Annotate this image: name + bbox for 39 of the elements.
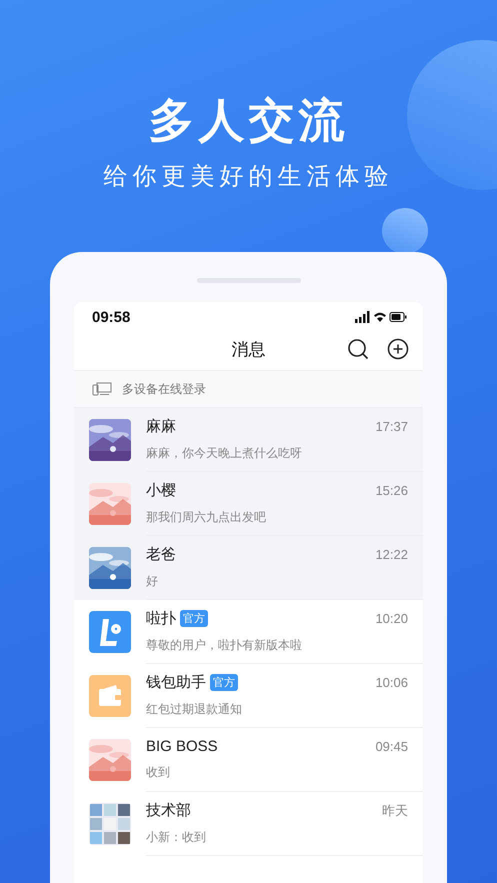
message-time: 15:26 [375, 483, 408, 498]
message-preview: 红包过期退款通知 [146, 701, 243, 718]
message-preview: 小新：收到 [146, 829, 207, 846]
chat-row[interactable]: 老爸 12:22 好 [74, 536, 423, 600]
bubble-decoration [382, 208, 428, 254]
contact-name: 钱包助手 [146, 673, 206, 692]
message-time: 12:22 [375, 547, 408, 562]
message-preview: 好 [146, 573, 159, 590]
message-time: 10:20 [375, 611, 408, 626]
device-notice-label: 多设备在线登录 [122, 380, 206, 398]
message-preview: 麻麻，你今天晚上煮什么吃呀 [146, 445, 303, 462]
message-time: 09:45 [375, 739, 408, 754]
status-time: 09:58 [92, 308, 130, 326]
message-preview: 收到 [146, 764, 171, 781]
contact-name: 小樱 [146, 481, 176, 500]
contact-name: 技术部 [146, 801, 191, 820]
message-time: 10:06 [375, 675, 408, 690]
add-icon[interactable] [387, 338, 409, 360]
wallet-icon [89, 675, 131, 717]
message-preview: 那我们周六九点出发吧 [146, 509, 267, 526]
device-notice[interactable]: 多设备在线登录 [74, 371, 423, 408]
contact-name: BIG BOSS [146, 738, 218, 755]
message-time: 昨天 [382, 802, 408, 820]
chat-row[interactable]: 小樱 15:26 那我们周六九点出发吧 [74, 472, 423, 536]
official-badge: 官方 [180, 610, 208, 627]
headline: 多人交流 [148, 93, 348, 148]
status-icons [355, 311, 407, 323]
contact-name: 老爸 [146, 545, 176, 564]
tagline: 给你更美好的生活体验 [104, 162, 394, 192]
message-time: 17:37 [375, 419, 408, 434]
official-badge: 官方 [210, 674, 238, 691]
message-preview: 尊敬的用户，啦扑有新版本啦 [146, 637, 303, 654]
screen-title: 消息 [232, 338, 266, 360]
chat-row[interactable]: 麻麻 17:37 麻麻，你今天晚上煮什么吃呀 [74, 408, 423, 472]
contact-name: 啦扑 [146, 609, 176, 628]
search-icon[interactable] [347, 338, 369, 360]
contact-name: 麻麻 [146, 417, 176, 436]
app-logo-icon [89, 611, 131, 653]
devices-icon [92, 382, 112, 396]
